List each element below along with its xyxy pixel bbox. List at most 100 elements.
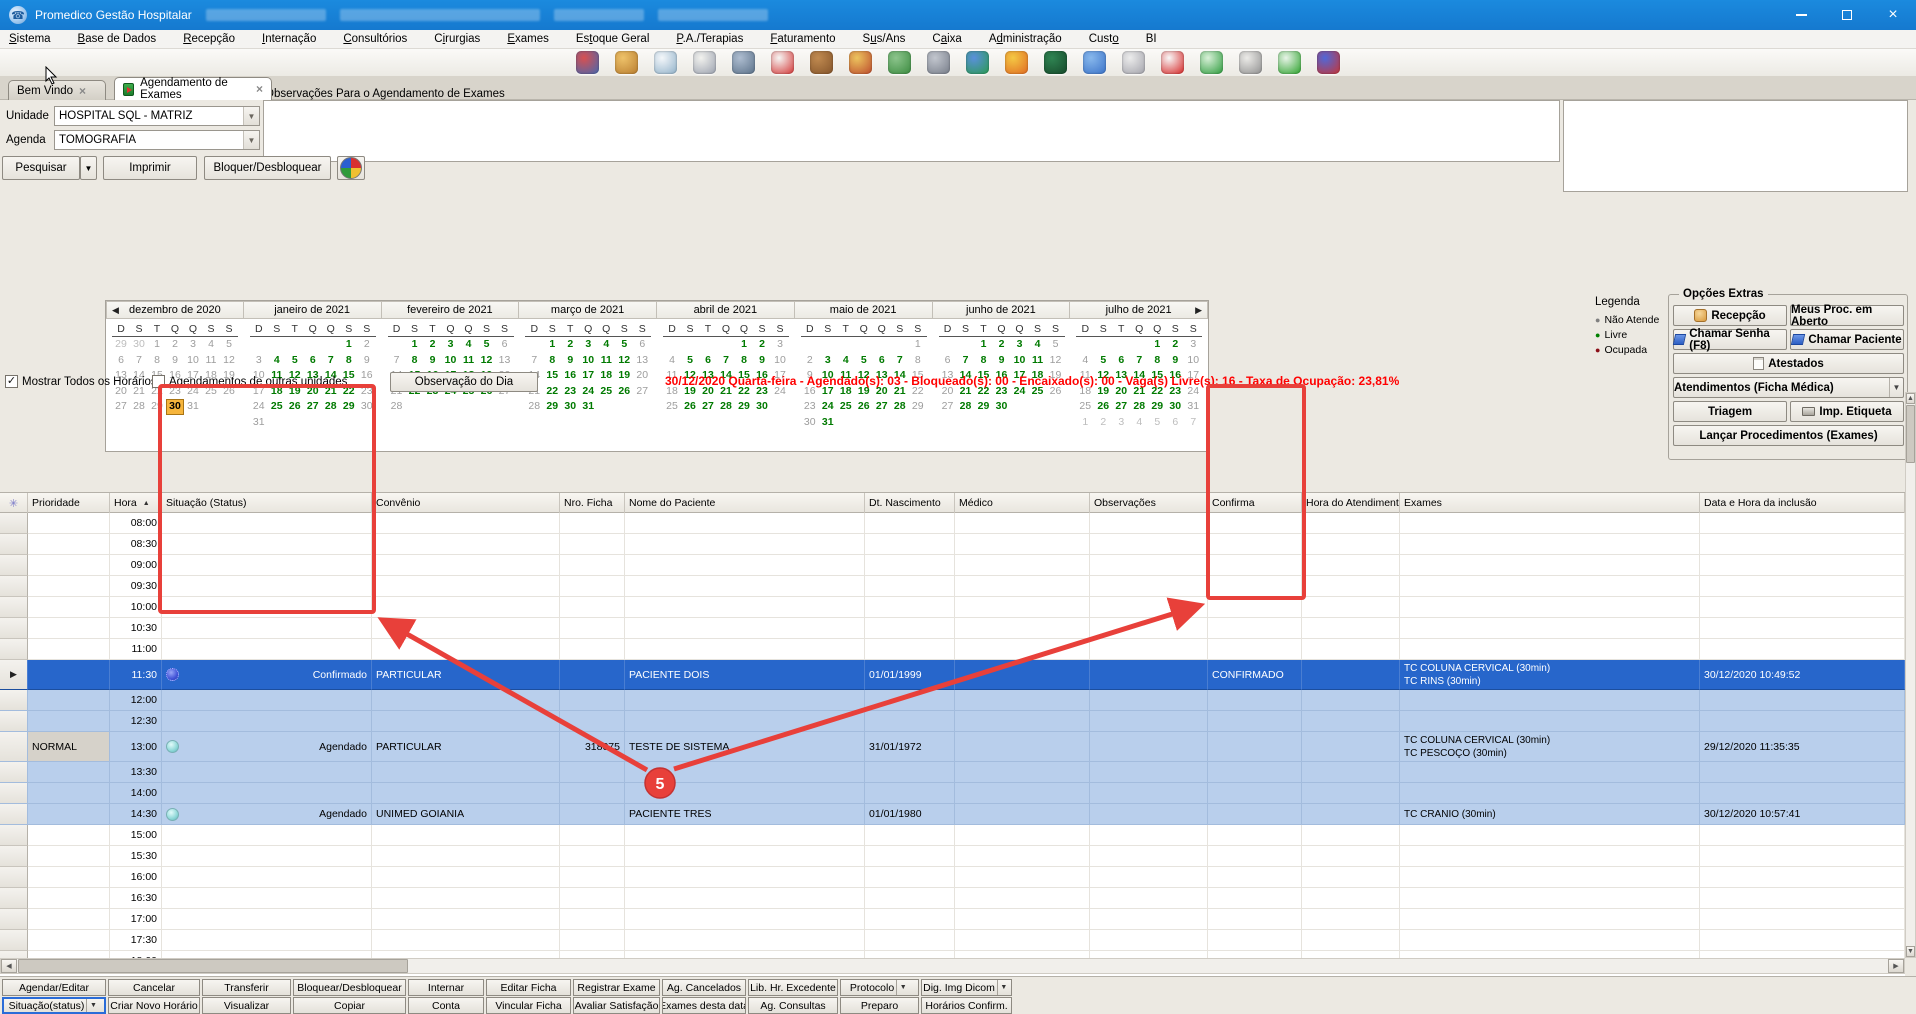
calendar-day[interactable]: 9 — [561, 353, 579, 369]
calendar-day[interactable]: 28 — [322, 399, 340, 415]
calendar-day[interactable]: 10 — [1184, 353, 1202, 369]
calendar-day[interactable]: 26 — [855, 399, 873, 415]
menu-item-administra-o[interactable]: Administração — [989, 33, 1062, 45]
stock-boxes-icon[interactable] — [810, 51, 833, 74]
calendar-day[interactable]: 28 — [891, 399, 909, 415]
calendar-day[interactable]: 13 — [633, 353, 651, 369]
calendar-day[interactable]: 6 — [699, 353, 717, 369]
calendar-day[interactable]: 7 — [957, 353, 975, 369]
cell-ind[interactable] — [0, 762, 28, 783]
hospital-bed-icon[interactable] — [732, 51, 755, 74]
cell-ind[interactable] — [0, 783, 28, 804]
calendar-day[interactable]: 4 — [837, 353, 855, 369]
calendar-day[interactable]: 31 — [250, 415, 268, 431]
calendar-day[interactable]: 10 — [1011, 353, 1029, 369]
cell-ind[interactable] — [0, 555, 28, 576]
menu-item-interna-o[interactable]: Internação — [262, 33, 316, 45]
calendar-day[interactable]: 10 — [184, 353, 202, 369]
calendar-day[interactable]: 11 — [460, 353, 478, 369]
calendar-day[interactable]: 6 — [304, 353, 322, 369]
calendar-day[interactable]: 5 — [1047, 337, 1065, 353]
calendar-day[interactable]: 24 — [819, 399, 837, 415]
calendar-day[interactable]: 8 — [975, 353, 993, 369]
pesquisar-dropdown-icon[interactable]: ▼ — [80, 156, 97, 180]
calendar-day[interactable]: 25 — [268, 399, 286, 415]
patients-icon[interactable] — [576, 51, 599, 74]
calendar-day[interactable]: 25 — [597, 384, 615, 400]
calendar-day[interactable]: 13 — [496, 353, 514, 369]
transferir-button[interactable]: Transferir — [202, 979, 291, 996]
calendar-day[interactable]: 16 — [358, 368, 376, 384]
calendar-day[interactable]: 6 — [112, 353, 130, 369]
exames-desta-data-button[interactable]: Exames desta data — [662, 997, 746, 1014]
calendar-day[interactable]: 29 — [148, 399, 166, 415]
criar-novo-hor-rio-button[interactable]: Criar Novo Horário — [108, 997, 200, 1014]
column-header-nascimento[interactable]: Dt. Nascimento — [865, 493, 955, 513]
menu-item-p-a-terapias[interactable]: P.A./Terapias — [676, 33, 743, 45]
calendar-day[interactable]: 6 — [939, 353, 957, 369]
calendar-day[interactable]: 8 — [340, 353, 358, 369]
calendar-day[interactable]: 30 — [753, 399, 771, 415]
chat-icon[interactable] — [1083, 51, 1106, 74]
safe-icon[interactable] — [927, 51, 950, 74]
calendar-day[interactable]: 30 — [1166, 399, 1184, 415]
calendar-day[interactable]: 26 — [1094, 399, 1112, 415]
calendar-day[interactable]: 2 — [1094, 415, 1112, 431]
scroll-left-icon[interactable]: ◀ — [1, 959, 17, 973]
calendar-day[interactable]: 4 — [597, 337, 615, 353]
column-header-ficha[interactable]: Nro. Ficha — [560, 493, 625, 513]
schedule-row-12:00[interactable]: 12:00 — [0, 690, 1905, 711]
column-header-convenio[interactable]: Convênio — [372, 493, 560, 513]
cell-ind[interactable] — [0, 909, 28, 930]
dig-img-dicom-button[interactable]: Dig. Img Dicom▼ — [921, 979, 1012, 996]
preparo-button[interactable]: Preparo — [840, 997, 919, 1014]
menu-item-consult-rios[interactable]: Consultórios — [343, 33, 407, 45]
calendar-day[interactable]: 4 — [268, 353, 286, 369]
cell-ind[interactable] — [0, 534, 28, 555]
calendar-day[interactable]: 29 — [1148, 399, 1166, 415]
maximize-button[interactable] — [1824, 0, 1870, 30]
calendar-day[interactable]: 3 — [250, 353, 268, 369]
editar-ficha-button[interactable]: Editar Ficha — [486, 979, 571, 996]
chevron-down-icon[interactable]: ▼ — [243, 131, 259, 149]
tab-bem-vindo[interactable]: Bem Vindo × — [8, 80, 106, 100]
hor-rios-confirm--button[interactable]: Horários Confirm. — [921, 997, 1012, 1014]
calendar-day[interactable]: 4 — [460, 337, 478, 353]
schedule-row-08:30[interactable]: 08:30 — [0, 534, 1905, 555]
cell-ind[interactable] — [0, 597, 28, 618]
calendar-day[interactable]: 4 — [1076, 353, 1094, 369]
calendar-day[interactable]: 4 — [202, 337, 220, 353]
news-icon[interactable] — [1122, 51, 1145, 74]
calendar-day[interactable]: 2 — [1166, 337, 1184, 353]
lan-ar-procedimentos-exames--button[interactable]: Lançar Procedimentos (Exames) — [1673, 425, 1904, 446]
menu-item-bi[interactable]: BI — [1146, 33, 1157, 45]
lib-hr-excedente-button[interactable]: Lib. Hr. Excedente — [748, 979, 838, 996]
calendar-day[interactable]: 3 — [1112, 415, 1130, 431]
prev-month-icon[interactable]: ◀ — [112, 305, 119, 316]
color-wheel-button[interactable] — [337, 156, 365, 180]
calendar-day[interactable]: 23 — [561, 384, 579, 400]
schedule-row-10:00[interactable]: 10:00 — [0, 597, 1905, 618]
chamar-paciente-button[interactable]: Chamar Paciente — [1790, 329, 1904, 350]
calendar-day[interactable]: 7 — [891, 353, 909, 369]
chevron-down-icon[interactable]: ▼ — [1889, 378, 1903, 397]
calendar-day[interactable]: 28 — [957, 399, 975, 415]
registrar-exame-button[interactable]: Registrar Exame — [573, 979, 660, 996]
visualizar-button[interactable]: Visualizar — [202, 997, 291, 1014]
records-folder-icon[interactable] — [615, 51, 638, 74]
calendar-day[interactable]: 17 — [579, 368, 597, 384]
cell-ind[interactable] — [0, 711, 28, 732]
atestados-button[interactable]: Atestados — [1673, 353, 1904, 374]
calendar-day[interactable]: 7 — [1130, 353, 1148, 369]
menu-item-estoque-geral[interactable]: Estoque Geral — [576, 33, 650, 45]
cell-ind[interactable] — [0, 732, 28, 762]
calendar-day[interactable]: 23 — [801, 399, 819, 415]
calendar-day[interactable]: 12 — [1047, 353, 1065, 369]
internar-button[interactable]: Internar — [408, 979, 484, 996]
scrollbar-thumb[interactable] — [1906, 405, 1915, 463]
avaliar-satisfa-o-button[interactable]: Avaliar Satisfação — [573, 997, 660, 1014]
calendar-day[interactable]: 27 — [873, 399, 891, 415]
calendar-day[interactable]: 28 — [525, 399, 543, 415]
menu-item-recep-o[interactable]: Recepção — [183, 33, 235, 45]
calendar-day[interactable]: 4 — [1029, 337, 1047, 353]
